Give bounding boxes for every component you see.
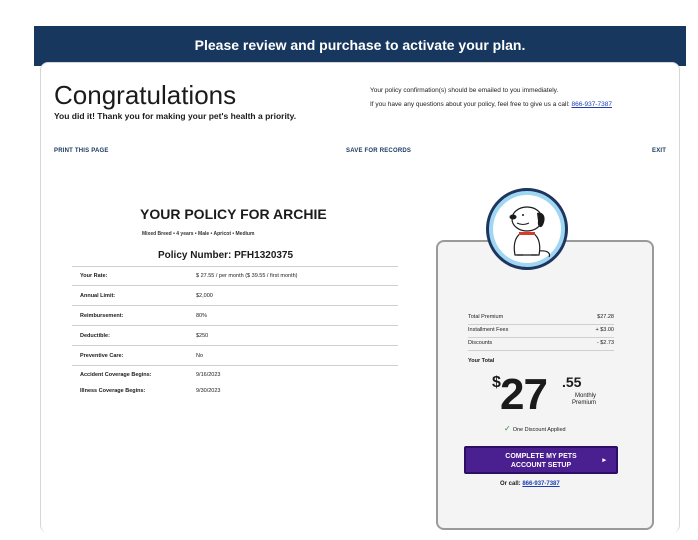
row-label: Reimbursement: [80, 313, 124, 319]
or-call: Or call: 866-937-7387 [500, 481, 560, 487]
monthly-total-cents: .55 [562, 374, 582, 390]
fee-label: Total Premium [468, 314, 504, 320]
save-for-records-link[interactable]: SAVE FOR RECORDS [346, 148, 411, 154]
confirmation-text: Your policy confirmation(s) should be em… [370, 87, 559, 94]
row-label: Preventive Care: [80, 353, 124, 359]
cta-line-2: ACCOUNT SETUP [510, 462, 572, 469]
divider [72, 365, 398, 366]
header-phone-link[interactable]: 866-937-7387 [572, 101, 612, 108]
discount-text: One Discount Applied [512, 427, 566, 433]
row-value: $ 27.55 / per month ($ 39.55 / first mon… [196, 273, 298, 279]
row-label: Deductible: [80, 333, 110, 339]
divider [72, 345, 398, 346]
exit-link[interactable]: EXIT [652, 148, 666, 154]
divider [72, 305, 398, 306]
row-value: 9/30/2023 [196, 388, 221, 394]
fee-value: + $3.00 [595, 327, 614, 333]
snoopy-illustration [486, 188, 568, 270]
divider [72, 325, 398, 326]
fee-label: Discounts [468, 340, 493, 346]
monthly-total-amount: 27 [500, 370, 548, 419]
row-value: $2,000 [196, 293, 213, 299]
divider [468, 337, 614, 338]
discount-note: ✓ One Discount Applied [504, 424, 566, 433]
thank-you-message: You did it! Thank you for making your pe… [54, 111, 297, 121]
divider [468, 350, 614, 351]
snoopy-backdrop [493, 195, 561, 263]
row-value: 80% [196, 313, 208, 319]
row-label: Annual Limit: [80, 293, 116, 299]
cta-line-1: COMPLETE MY PETS [505, 453, 577, 460]
policy-number: Policy Number: PFH1320375 [158, 250, 294, 261]
row-label: Your Rate: [80, 273, 108, 279]
fee-label: Installment Fees [468, 327, 509, 333]
page-title: Congratulations [54, 80, 237, 110]
divider [72, 285, 398, 286]
fee-value: - $2.73 [596, 340, 614, 346]
complete-account-setup-button[interactable]: COMPLETE MY PETS ACCOUNT SETUP ▸ [464, 446, 618, 474]
chevron-right-icon: ▸ [602, 457, 606, 464]
row-value: $250 [196, 333, 209, 339]
premium-period: Monthly Premium [571, 393, 596, 406]
snoopy-drawing [509, 206, 551, 258]
check-icon: ✓ [504, 424, 511, 433]
row-value: 9/16/2023 [196, 372, 221, 378]
divider [72, 266, 398, 267]
pet-details: Mixed Breed • 4 years • Male • Apricot •… [142, 231, 255, 237]
row-value: No [196, 353, 204, 359]
phone-link[interactable]: 866-937-7387 [522, 481, 559, 487]
row-label: Accident Coverage Begins: [80, 372, 152, 378]
row-label: Illness Coverage Begins: [80, 388, 146, 394]
print-page-link[interactable]: PRINT THIS PAGE [54, 148, 109, 154]
activation-banner: Please review and purchase to activate y… [34, 26, 686, 66]
fee-value: $27.28 [597, 314, 614, 320]
total-label: Your Total [468, 358, 495, 364]
divider [468, 324, 614, 325]
confirmation-info: Your policy confirmation(s) should be em… [370, 84, 670, 112]
or-call-label: Or call: [500, 481, 523, 487]
policy-title: YOUR POLICY FOR ARCHIE [140, 206, 327, 222]
questions-text: If you have any questions about your pol… [370, 98, 670, 112]
questions-label: If you have any questions about your pol… [370, 101, 572, 108]
